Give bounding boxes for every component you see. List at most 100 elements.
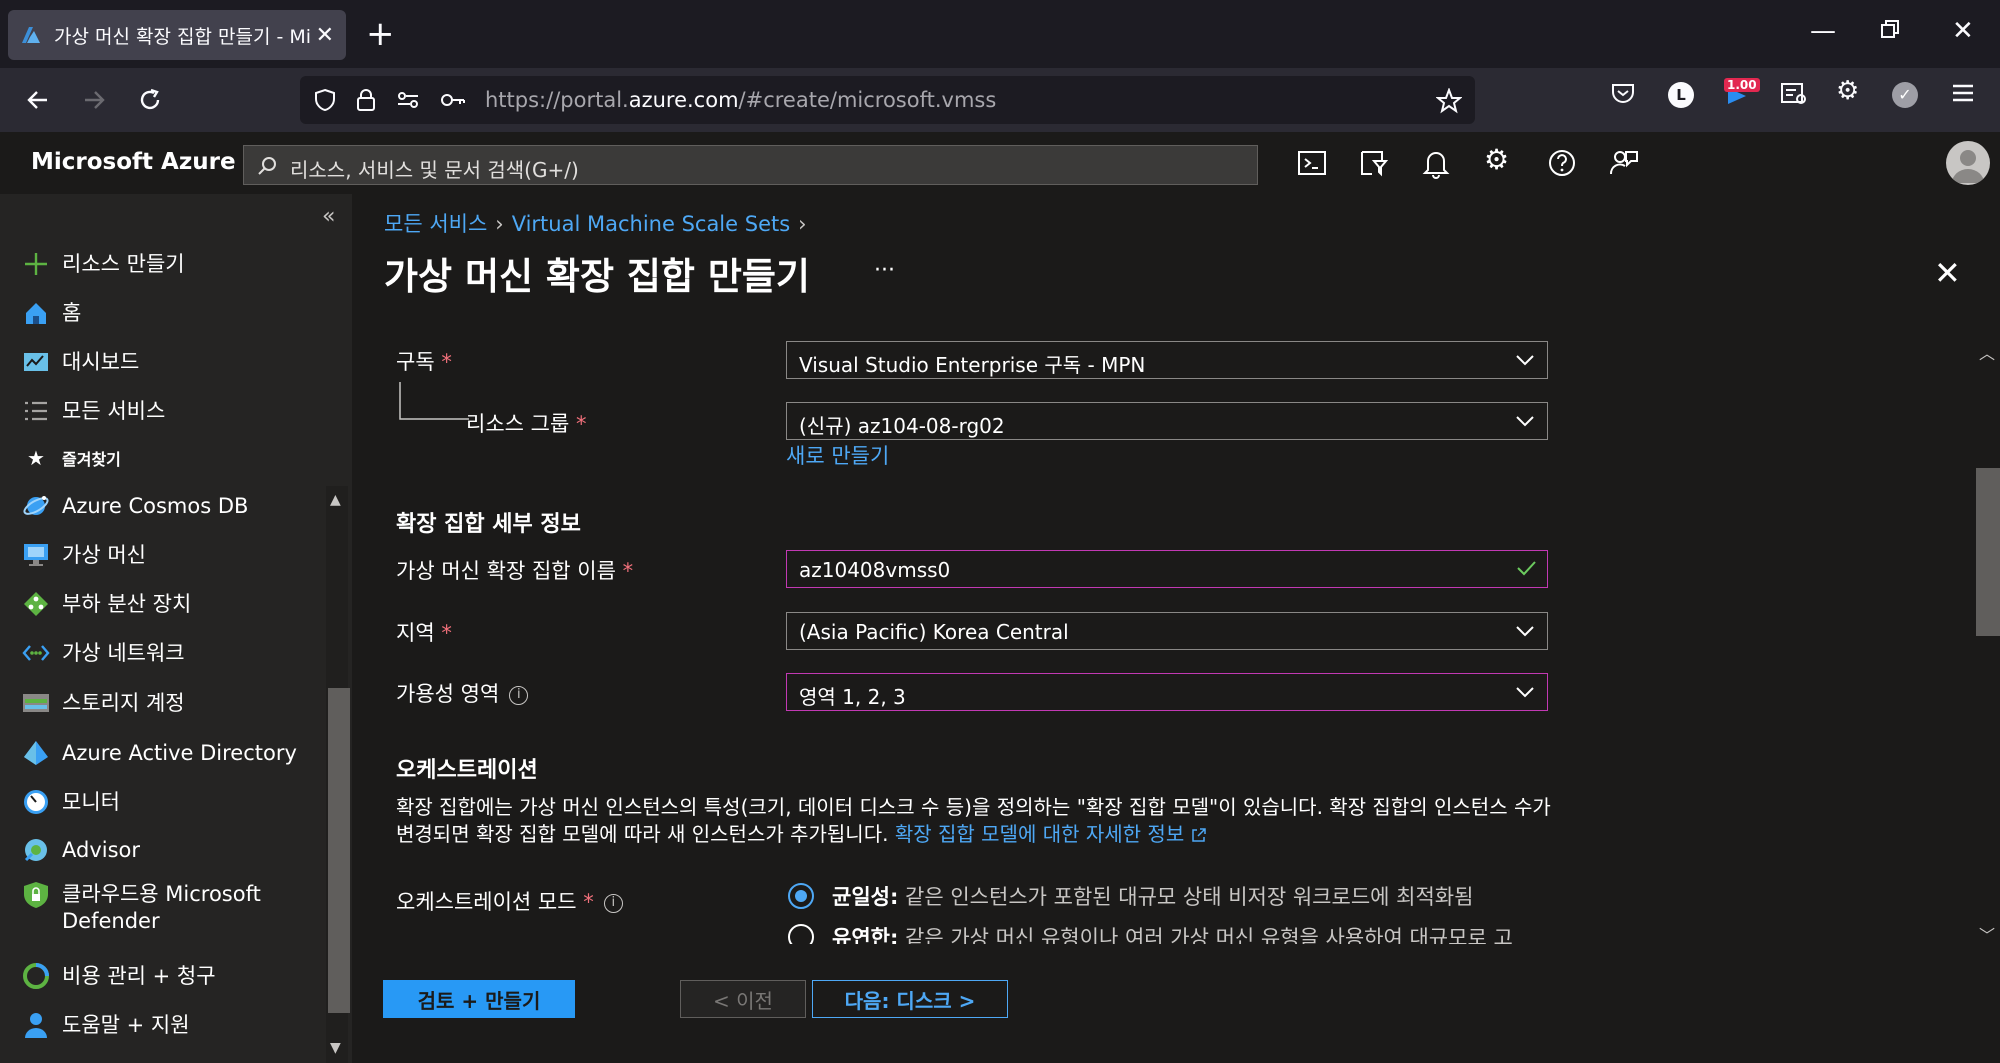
- sidebar-item-virtual-network[interactable]: 가상 네트워크: [22, 635, 185, 671]
- directory-filter-icon[interactable]: [1358, 147, 1390, 179]
- defender-shield-icon: [22, 881, 50, 909]
- collapse-sidebar-icon[interactable]: «: [322, 204, 335, 229]
- cloud-shell-icon[interactable]: [1296, 147, 1328, 179]
- breadcrumb-all-services[interactable]: 모든 서비스: [384, 212, 487, 236]
- pocket-icon[interactable]: [1610, 80, 1636, 106]
- next-disks-button[interactable]: 다음: 디스크 >: [812, 980, 1008, 1018]
- active-directory-icon: [22, 739, 50, 767]
- chevron-down-icon: [1516, 355, 1534, 366]
- bookmark-star-icon[interactable]: [1436, 88, 1462, 114]
- monitor-gauge-icon: [22, 788, 50, 816]
- account-avatar[interactable]: [1946, 141, 1990, 185]
- settings-icon[interactable]: ⚙: [1484, 143, 1516, 176]
- screenshot-icon[interactable]: [1780, 80, 1808, 106]
- sidebar-item-storage-account[interactable]: 스토리지 계정: [22, 685, 185, 721]
- sidebar-item-all-services[interactable]: 모든 서비스: [22, 393, 165, 429]
- radio-selected[interactable]: [788, 883, 814, 909]
- browser-tab[interactable]: 가상 머신 확장 집합 만들기 - Mi ✕: [8, 10, 346, 60]
- info-icon[interactable]: i: [603, 893, 623, 913]
- sidebar-item-load-balancer[interactable]: 부하 분산 장치: [22, 586, 191, 622]
- feedback-icon[interactable]: [1608, 147, 1640, 179]
- content-scroll-thumb[interactable]: [1976, 468, 2000, 636]
- review-create-button[interactable]: 검토 + 만들기: [383, 980, 575, 1018]
- reload-icon[interactable]: [128, 78, 172, 122]
- home-icon: [22, 299, 50, 327]
- more-options-icon[interactable]: ···: [874, 258, 895, 283]
- load-balancer-icon: [22, 590, 50, 618]
- region-value: (Asia Pacific) Korea Central: [799, 620, 1069, 644]
- minimize-icon[interactable]: —: [1810, 16, 1836, 46]
- browser-tabstrip: 가상 머신 확장 집합 만들기 - Mi ✕ + — ✕: [0, 0, 2000, 68]
- region-label: 지역 *: [396, 621, 452, 645]
- availability-zone-dropdown[interactable]: 영역 1, 2, 3: [786, 673, 1548, 711]
- favorites-header: ★ 즐겨찾기: [22, 440, 121, 476]
- sidebar-item-active-directory[interactable]: Azure Active Directory: [22, 735, 297, 771]
- content-scroll-up-icon[interactable]: ︿: [1979, 340, 1995, 364]
- forward-icon[interactable]: [72, 78, 116, 122]
- sidebar-item-label: 리소스 만들기: [62, 251, 185, 276]
- extension-badge: 1.00: [1724, 78, 1760, 92]
- create-vmss-blade: 모든 서비스 › Virtual Machine Scale Sets › 가상 머신…: [352, 194, 2000, 1063]
- sidebar-item-virtual-machines[interactable]: 가상 머신: [22, 537, 146, 573]
- lock-icon[interactable]: [356, 88, 376, 112]
- sidebar-item-cosmos-db[interactable]: Azure Cosmos DB: [22, 488, 248, 524]
- create-new-rg-link[interactable]: 새로 만들기: [786, 440, 889, 470]
- subscription-label: 구독 *: [396, 350, 452, 374]
- azure-brand[interactable]: Microsoft Azure: [31, 149, 236, 175]
- sidebar-item-create-resource[interactable]: 리소스 만들기: [22, 246, 185, 282]
- notifications-bell-icon[interactable]: [1420, 147, 1452, 179]
- virtual-machine-icon: [22, 541, 50, 569]
- sidebar-item-advisor[interactable]: Advisor: [22, 832, 140, 868]
- sidebar-item-label: 가상 네트워크: [62, 640, 185, 665]
- content-scroll-down-icon[interactable]: ﹀: [1979, 922, 1995, 946]
- sidebar-scroll-thumb[interactable]: [328, 688, 350, 1013]
- sidebar-item-label: 가상 머신: [62, 542, 146, 567]
- sidebar-item-label: Azure Cosmos DB: [62, 493, 249, 518]
- orchestration-uniform-radio[interactable]: 균일성: 같은 인스턴스가 포함된 대규모 상태 비저장 워크로드에 최적화됨: [788, 881, 1473, 911]
- orchestration-heading: 오케스트레이션: [396, 758, 538, 783]
- scale-set-model-link[interactable]: 확장 집합 모델에 대한 자세한 정보: [895, 822, 1207, 846]
- sidebar-item-monitor[interactable]: 모니터: [22, 784, 120, 820]
- subscription-dropdown[interactable]: Visual Studio Enterprise 구독 - MPN: [786, 341, 1548, 379]
- help-icon[interactable]: [1546, 147, 1578, 179]
- settings-gear-icon[interactable]: ⚙: [1836, 76, 1859, 106]
- virtual-network-icon: [22, 639, 50, 667]
- star-icon: ★: [27, 446, 45, 470]
- region-dropdown[interactable]: (Asia Pacific) Korea Central: [786, 612, 1548, 650]
- tab-close-icon[interactable]: ✕: [316, 23, 334, 48]
- sidebar-item-label: 비용 관리 + 청구: [62, 963, 216, 988]
- sidebar-item-dashboard[interactable]: 대시보드: [22, 344, 139, 380]
- back-icon[interactable]: [16, 78, 60, 122]
- vmss-name-input[interactable]: az10408vmss0: [786, 550, 1548, 588]
- menu-icon[interactable]: [1950, 80, 1976, 106]
- shield-icon[interactable]: [314, 88, 336, 112]
- global-search-input[interactable]: 리소스, 서비스 및 문서 검색(G+/): [243, 145, 1258, 185]
- scroll-down-icon[interactable]: ▼: [330, 1040, 341, 1056]
- orchestration-mode-label: 오케스트레이션 모드 * i: [396, 886, 623, 916]
- info-icon[interactable]: i: [509, 685, 529, 705]
- scroll-up-icon[interactable]: ▲: [330, 492, 341, 508]
- window-close-icon[interactable]: ✕: [1952, 16, 1974, 46]
- sidebar-item-help-support[interactable]: 도움말 + 지원: [22, 1007, 190, 1043]
- help-support-icon: [22, 1011, 50, 1039]
- breadcrumb-vmss[interactable]: Virtual Machine Scale Sets: [512, 212, 790, 236]
- sidebar-item-label: 모든 서비스: [62, 398, 166, 423]
- sidebar-item-cost-management[interactable]: 비용 관리 + 청구: [22, 958, 216, 994]
- previous-button[interactable]: < 이전: [680, 980, 806, 1018]
- permissions-icon[interactable]: [396, 88, 420, 112]
- chevron-right-icon: ›: [798, 212, 807, 236]
- sidebar-item-label: 스토리지 계정: [62, 690, 185, 715]
- sidebar-item-label: 홈: [62, 300, 82, 325]
- url-bar[interactable]: https://portal.azure.com/#create/microso…: [300, 76, 1475, 124]
- sidebar-item-home[interactable]: 홈: [22, 295, 81, 331]
- chevron-down-icon: [1516, 416, 1534, 427]
- favorites-label: 즐겨찾기: [62, 450, 121, 469]
- profile-avatar[interactable]: L: [1668, 82, 1694, 108]
- close-blade-icon[interactable]: ✕: [1934, 254, 1961, 292]
- resource-group-dropdown[interactable]: (신규) az104-08-rg02: [786, 402, 1548, 440]
- check-extension-icon[interactable]: ✓: [1892, 82, 1918, 108]
- new-tab-button[interactable]: +: [366, 16, 395, 52]
- sidebar-item-defender[interactable]: 클라우드용 Microsoft Defender: [22, 881, 282, 941]
- key-icon[interactable]: [440, 88, 466, 112]
- restore-icon[interactable]: [1880, 16, 1900, 46]
